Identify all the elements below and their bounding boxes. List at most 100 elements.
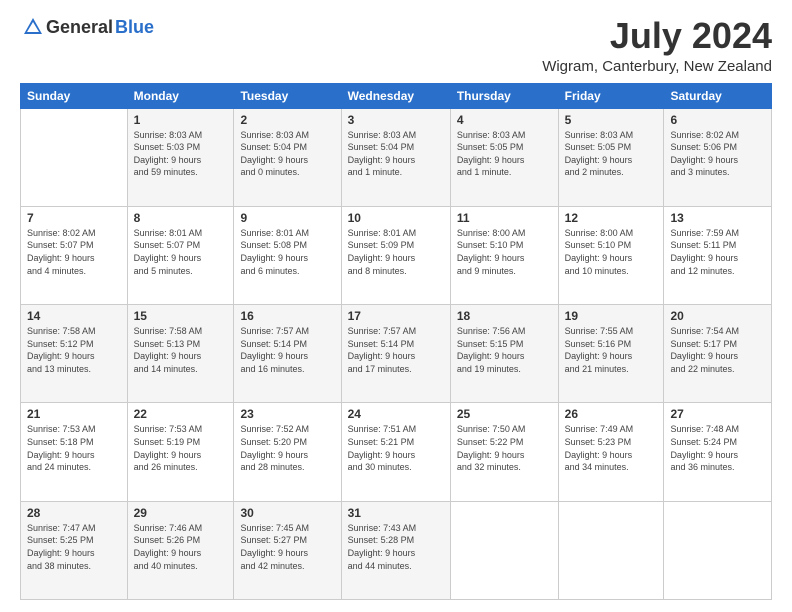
day-info: Sunrise: 8:01 AMSunset: 5:08 PMDaylight:… bbox=[240, 227, 334, 277]
header-cell-wednesday: Wednesday bbox=[341, 83, 450, 108]
day-cell: 26Sunrise: 7:49 AMSunset: 5:23 PMDayligh… bbox=[558, 403, 664, 501]
day-cell bbox=[21, 108, 128, 206]
day-info: Sunrise: 7:48 AMSunset: 5:24 PMDaylight:… bbox=[670, 423, 765, 473]
day-cell: 14 Sunrise: 7:58 AMSunset: 5:12 PMDayligh… bbox=[21, 305, 128, 403]
calendar-page: General Blue July 2024 Wigram, Canterbur… bbox=[0, 0, 792, 612]
day-info: Sunrise: 7:52 AMSunset: 5:20 PMDaylight:… bbox=[240, 423, 334, 473]
header-cell-friday: Friday bbox=[558, 83, 664, 108]
week-row-4: 21 Sunrise: 7:53 AMSunset: 5:18 PMDayligh… bbox=[21, 403, 772, 501]
day-cell: 23Sunrise: 7:52 AMSunset: 5:20 PMDayligh… bbox=[234, 403, 341, 501]
day-info: Sunrise: 7:46 AMSunset: 5:26 PMDaylight:… bbox=[134, 522, 228, 572]
day-cell: 5 Sunrise: 8:03 AMSunset: 5:05 PMDaylight… bbox=[558, 108, 664, 206]
day-cell: 20Sunrise: 7:54 AMSunset: 5:17 PMDayligh… bbox=[664, 305, 772, 403]
day-number: 4 bbox=[457, 113, 552, 127]
day-cell bbox=[664, 501, 772, 599]
day-info: Sunrise: 7:43 AMSunset: 5:28 PMDaylight:… bbox=[348, 522, 444, 572]
day-number: 12 bbox=[565, 211, 658, 225]
day-info: Sunrise: 7:49 AMSunset: 5:23 PMDaylight:… bbox=[565, 423, 658, 473]
day-cell: 27 Sunrise: 7:48 AMSunset: 5:24 PMDayligh… bbox=[664, 403, 772, 501]
header: General Blue July 2024 Wigram, Canterbur… bbox=[20, 16, 772, 75]
day-cell: 11 Sunrise: 8:00 AMSunset: 5:10 PMDayligh… bbox=[450, 206, 558, 304]
day-cell: 25Sunrise: 7:50 AMSunset: 5:22 PMDayligh… bbox=[450, 403, 558, 501]
day-info: Sunrise: 7:56 AMSunset: 5:15 PMDaylight:… bbox=[457, 325, 552, 375]
day-info: Sunrise: 8:02 AMSunset: 5:06 PMDaylight:… bbox=[670, 129, 765, 179]
day-info: Sunrise: 7:51 AMSunset: 5:21 PMDaylight:… bbox=[348, 423, 444, 473]
day-number: 6 bbox=[670, 113, 765, 127]
day-cell: 30 Sunrise: 7:45 AMSunset: 5:27 PMDayligh… bbox=[234, 501, 341, 599]
day-number: 3 bbox=[348, 113, 444, 127]
day-number: 16 bbox=[240, 309, 334, 323]
day-cell: 31 Sunrise: 7:43 AMSunset: 5:28 PMDayligh… bbox=[341, 501, 450, 599]
day-number: 5 bbox=[565, 113, 658, 127]
day-cell: 17Sunrise: 7:57 AMSunset: 5:14 PMDayligh… bbox=[341, 305, 450, 403]
calendar-header: SundayMondayTuesdayWednesdayThursdayFrid… bbox=[21, 83, 772, 108]
day-cell: 24 Sunrise: 7:51 AMSunset: 5:21 PMDayligh… bbox=[341, 403, 450, 501]
day-number: 18 bbox=[457, 309, 552, 323]
day-number: 28 bbox=[27, 506, 121, 520]
day-info: Sunrise: 7:59 AMSunset: 5:11 PMDaylight:… bbox=[670, 227, 765, 277]
day-info: Sunrise: 8:02 AMSunset: 5:07 PMDaylight:… bbox=[27, 227, 121, 277]
header-row: SundayMondayTuesdayWednesdayThursdayFrid… bbox=[21, 83, 772, 108]
day-info: Sunrise: 7:58 AMSunset: 5:13 PMDaylight:… bbox=[134, 325, 228, 375]
day-cell: 4 Sunrise: 8:03 AMSunset: 5:05 PMDaylight… bbox=[450, 108, 558, 206]
day-info: Sunrise: 7:55 AMSunset: 5:16 PMDaylight:… bbox=[565, 325, 658, 375]
day-info: Sunrise: 7:47 AMSunset: 5:25 PMDaylight:… bbox=[27, 522, 121, 572]
day-info: Sunrise: 8:03 AMSunset: 5:05 PMDaylight:… bbox=[457, 129, 552, 179]
day-info: Sunrise: 8:03 AMSunset: 5:03 PMDaylight:… bbox=[134, 129, 228, 179]
header-cell-sunday: Sunday bbox=[21, 83, 128, 108]
day-number: 10 bbox=[348, 211, 444, 225]
day-info: Sunrise: 8:00 AMSunset: 5:10 PMDaylight:… bbox=[457, 227, 552, 277]
day-number: 19 bbox=[565, 309, 658, 323]
week-row-1: 1 Sunrise: 8:03 AMSunset: 5:03 PMDaylight… bbox=[21, 108, 772, 206]
logo-icon bbox=[22, 16, 44, 38]
week-row-5: 28 Sunrise: 7:47 AMSunset: 5:25 PMDayligh… bbox=[21, 501, 772, 599]
day-number: 24 bbox=[348, 407, 444, 421]
day-cell: 10 Sunrise: 8:01 AMSunset: 5:09 PMDayligh… bbox=[341, 206, 450, 304]
day-cell: 29 Sunrise: 7:46 AMSunset: 5:26 PMDayligh… bbox=[127, 501, 234, 599]
day-number: 13 bbox=[670, 211, 765, 225]
day-number: 31 bbox=[348, 506, 444, 520]
location: Wigram, Canterbury, New Zealand bbox=[542, 58, 772, 75]
day-number: 2 bbox=[240, 113, 334, 127]
day-number: 27 bbox=[670, 407, 765, 421]
header-cell-tuesday: Tuesday bbox=[234, 83, 341, 108]
calendar-table: SundayMondayTuesdayWednesdayThursdayFrid… bbox=[20, 83, 772, 600]
day-cell: 15 Sunrise: 7:58 AMSunset: 5:13 PMDayligh… bbox=[127, 305, 234, 403]
header-cell-thursday: Thursday bbox=[450, 83, 558, 108]
title-area: July 2024 Wigram, Canterbury, New Zealan… bbox=[542, 16, 772, 75]
day-info: Sunrise: 8:01 AMSunset: 5:09 PMDaylight:… bbox=[348, 227, 444, 277]
day-cell: 9 Sunrise: 8:01 AMSunset: 5:08 PMDaylight… bbox=[234, 206, 341, 304]
logo-general-text: General bbox=[46, 17, 113, 38]
day-cell: 16Sunrise: 7:57 AMSunset: 5:14 PMDayligh… bbox=[234, 305, 341, 403]
day-cell: 12 Sunrise: 8:00 AMSunset: 5:10 PMDayligh… bbox=[558, 206, 664, 304]
day-info: Sunrise: 7:53 AMSunset: 5:18 PMDaylight:… bbox=[27, 423, 121, 473]
day-cell: 1 Sunrise: 8:03 AMSunset: 5:03 PMDaylight… bbox=[127, 108, 234, 206]
day-number: 7 bbox=[27, 211, 121, 225]
day-info: Sunrise: 8:01 AMSunset: 5:07 PMDaylight:… bbox=[134, 227, 228, 277]
day-number: 25 bbox=[457, 407, 552, 421]
day-info: Sunrise: 7:54 AMSunset: 5:17 PMDaylight:… bbox=[670, 325, 765, 375]
day-number: 8 bbox=[134, 211, 228, 225]
header-cell-saturday: Saturday bbox=[664, 83, 772, 108]
day-number: 29 bbox=[134, 506, 228, 520]
day-number: 14 bbox=[27, 309, 121, 323]
week-row-2: 7 Sunrise: 8:02 AMSunset: 5:07 PMDaylight… bbox=[21, 206, 772, 304]
day-info: Sunrise: 7:53 AMSunset: 5:19 PMDaylight:… bbox=[134, 423, 228, 473]
day-cell bbox=[558, 501, 664, 599]
day-number: 15 bbox=[134, 309, 228, 323]
day-cell bbox=[450, 501, 558, 599]
day-info: Sunrise: 8:00 AMSunset: 5:10 PMDaylight:… bbox=[565, 227, 658, 277]
day-info: Sunrise: 7:58 AMSunset: 5:12 PMDaylight:… bbox=[27, 325, 121, 375]
day-cell: 19 Sunrise: 7:55 AMSunset: 5:16 PMDayligh… bbox=[558, 305, 664, 403]
day-cell: 22Sunrise: 7:53 AMSunset: 5:19 PMDayligh… bbox=[127, 403, 234, 501]
day-number: 11 bbox=[457, 211, 552, 225]
day-number: 9 bbox=[240, 211, 334, 225]
logo: General Blue bbox=[20, 16, 154, 38]
week-row-3: 14 Sunrise: 7:58 AMSunset: 5:12 PMDayligh… bbox=[21, 305, 772, 403]
day-number: 1 bbox=[134, 113, 228, 127]
day-number: 21 bbox=[27, 407, 121, 421]
day-info: Sunrise: 8:03 AMSunset: 5:04 PMDaylight:… bbox=[240, 129, 334, 179]
day-info: Sunrise: 7:45 AMSunset: 5:27 PMDaylight:… bbox=[240, 522, 334, 572]
day-number: 30 bbox=[240, 506, 334, 520]
day-info: Sunrise: 8:03 AMSunset: 5:05 PMDaylight:… bbox=[565, 129, 658, 179]
